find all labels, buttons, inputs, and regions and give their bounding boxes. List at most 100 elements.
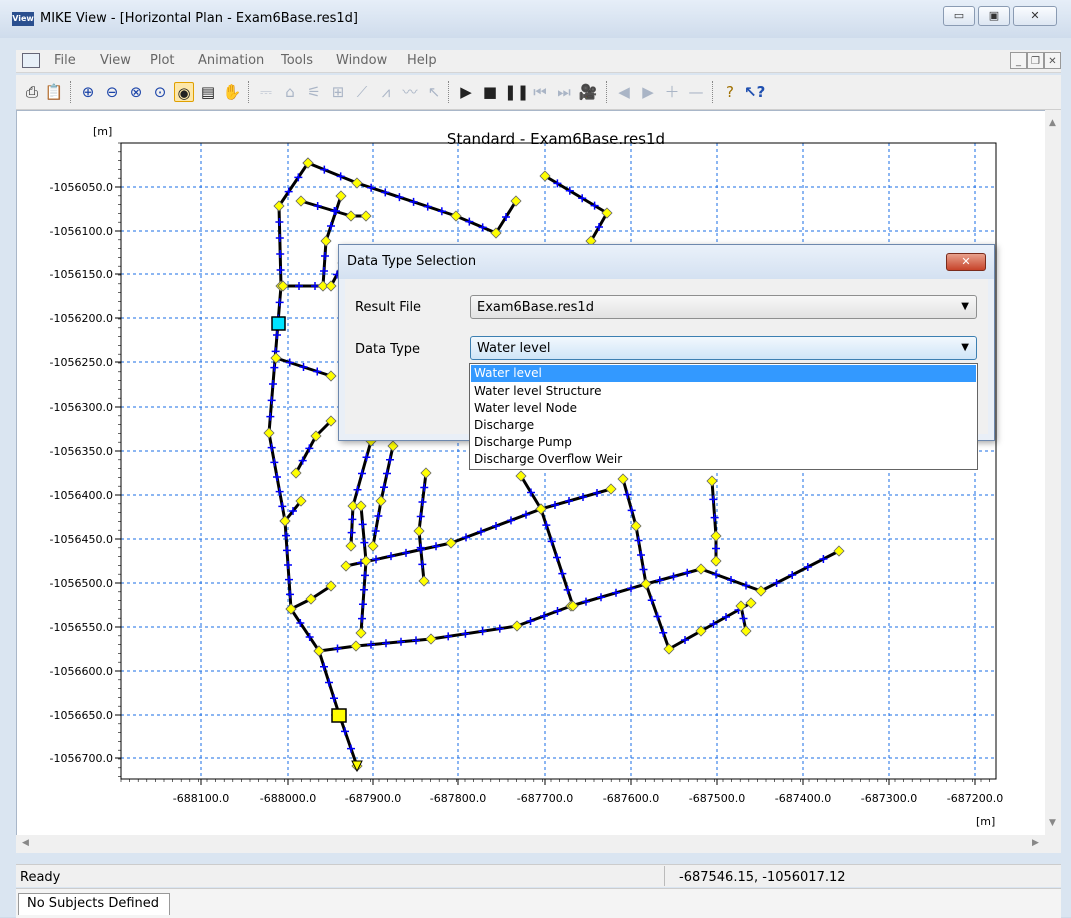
option-discharge-overflow-weir[interactable]: Discharge Overflow Weir bbox=[471, 451, 976, 468]
mdi-minimize-button[interactable]: _ bbox=[1010, 52, 1027, 69]
colour-select-icon[interactable]: ◉ bbox=[174, 82, 194, 102]
graph-icon[interactable]: ⟋ bbox=[352, 82, 372, 102]
x-tick-label: -687600.0 bbox=[603, 792, 659, 805]
reach-select-icon[interactable]: ⌂ bbox=[280, 82, 300, 102]
horizontal-scrollbar[interactable]: ◀ ▶ bbox=[16, 835, 1061, 853]
y-tick-label: -1056200.0 bbox=[50, 312, 113, 325]
result-file-combobox[interactable]: Exam6Base.res1d ▼ bbox=[470, 295, 977, 319]
plot-title: Standard - Exam6Base.res1d bbox=[447, 130, 665, 148]
step-back-icon[interactable]: ◀ bbox=[614, 82, 634, 102]
x-tick-label: -687300.0 bbox=[861, 792, 917, 805]
y-tick-label: -1056100.0 bbox=[50, 225, 113, 238]
option-water-level-structure[interactable]: Water level Structure bbox=[471, 383, 976, 400]
play-icon[interactable]: ▶ bbox=[456, 82, 476, 102]
x-tick-label: -687900.0 bbox=[345, 792, 401, 805]
toolbar: ⎙ 📋 ⊕ ⊖ ⊗ ⊙ ◉ ▤ ✋ ⎓ ⌂ ⚟ ⊞ ⟋ ⩘ 〰 ↖ ▶ ■ ❚❚… bbox=[16, 75, 1061, 110]
x-tick-label: -688100.0 bbox=[173, 792, 229, 805]
zoom-extents-icon[interactable]: ⊙ bbox=[150, 82, 170, 102]
y-tick-label: -1056550.0 bbox=[50, 621, 113, 634]
menu-plot[interactable]: Plot bbox=[150, 53, 175, 68]
y-tick-label: -1056250.0 bbox=[50, 356, 113, 369]
zoom-out-icon[interactable]: ⊖ bbox=[102, 82, 122, 102]
plot-area[interactable]: Standard - Exam6Base.res1d [m] [m] -1056050… bbox=[16, 110, 1061, 853]
menu-bar: File View Plot Animation Tools Window He… bbox=[16, 50, 1061, 73]
data-type-value: Water level bbox=[477, 341, 551, 356]
pan-hand-icon[interactable]: ✋ bbox=[222, 82, 242, 102]
app-icon: View bbox=[12, 12, 34, 26]
option-discharge-pump[interactable]: Discharge Pump bbox=[471, 434, 976, 451]
skip-back-icon[interactable]: ⏮ bbox=[530, 82, 550, 102]
node-select-icon[interactable]: ⎓ bbox=[256, 82, 276, 102]
table-icon[interactable]: ⊞ bbox=[328, 82, 348, 102]
status-bar: Ready -687546.15, -1056017.12 bbox=[16, 864, 1061, 887]
longitudinal-icon[interactable]: 〰 bbox=[400, 82, 420, 102]
document-icon[interactable] bbox=[22, 53, 40, 68]
dialog-close-button[interactable]: ✕ bbox=[946, 253, 986, 271]
x-tick-label: -687200.0 bbox=[947, 792, 1003, 805]
scroll-left-icon[interactable]: ◀ bbox=[22, 838, 29, 848]
option-water-level-node[interactable]: Water level Node bbox=[471, 400, 976, 417]
maximize-button[interactable]: ▣ bbox=[978, 6, 1010, 26]
menu-help[interactable]: Help bbox=[407, 53, 437, 68]
x-tick-label: -687500.0 bbox=[689, 792, 745, 805]
outlet-node-marker bbox=[331, 708, 347, 723]
y-unit-label: [m] bbox=[93, 125, 112, 138]
menu-file[interactable]: File bbox=[54, 53, 76, 68]
video-icon[interactable]: 🎥 bbox=[578, 82, 598, 102]
chevron-down-icon: ▼ bbox=[961, 342, 969, 353]
scroll-right-icon[interactable]: ▶ bbox=[1032, 838, 1039, 848]
chevron-down-icon: ▼ bbox=[961, 301, 969, 312]
zoom-previous-icon[interactable]: ⊗ bbox=[126, 82, 146, 102]
zoom-in-icon[interactable]: ⊕ bbox=[78, 82, 98, 102]
data-type-dropdown-list: Water level Water level Structure Water … bbox=[469, 363, 978, 470]
minimize-button[interactable]: ▭ bbox=[943, 6, 975, 26]
pointer-icon[interactable]: ↖ bbox=[424, 82, 444, 102]
reach-icon[interactable]: ⚟ bbox=[304, 82, 324, 102]
y-tick-label: -1056400.0 bbox=[50, 489, 113, 502]
dialog-title-bar[interactable]: Data Type Selection ✕ bbox=[339, 245, 994, 279]
skip-forward-icon[interactable]: ⏭ bbox=[554, 82, 574, 102]
plus-icon[interactable]: ＋ bbox=[662, 82, 682, 102]
x-unit-label: [m] bbox=[976, 815, 995, 828]
stop-icon[interactable]: ■ bbox=[480, 82, 500, 102]
properties-icon[interactable]: ▤ bbox=[198, 82, 218, 102]
scroll-down-icon[interactable]: ▼ bbox=[1049, 818, 1056, 828]
selected-node-marker bbox=[271, 316, 286, 331]
scroll-up-icon[interactable]: ▲ bbox=[1049, 118, 1056, 128]
y-tick-label: -1056650.0 bbox=[50, 709, 113, 722]
y-tick-label: -1056150.0 bbox=[50, 268, 113, 281]
title-bar[interactable]: View MIKE View - [Horizontal Plan - Exam… bbox=[0, 0, 1071, 38]
menu-window[interactable]: Window bbox=[336, 53, 387, 68]
help-icon[interactable]: ? bbox=[720, 82, 740, 102]
vertical-scrollbar[interactable]: ▲ ▼ bbox=[1045, 110, 1061, 835]
y-tick-label: -1056050.0 bbox=[50, 181, 113, 194]
option-discharge[interactable]: Discharge bbox=[471, 417, 976, 434]
result-file-label: Result File bbox=[355, 300, 422, 315]
mdi-close-button[interactable]: ✕ bbox=[1044, 52, 1061, 69]
print-icon[interactable]: ⎙ bbox=[22, 82, 42, 102]
area-graph-icon[interactable]: ⩘ bbox=[376, 82, 396, 102]
y-tick-label: -1056700.0 bbox=[50, 752, 113, 765]
option-water-level[interactable]: Water level bbox=[471, 365, 976, 382]
x-tick-label: -687400.0 bbox=[775, 792, 831, 805]
maximize-icon: ▣ bbox=[988, 9, 1000, 22]
minimize-icon: ▭ bbox=[953, 9, 965, 22]
step-forward-icon[interactable]: ▶ bbox=[638, 82, 658, 102]
pause-icon[interactable]: ❚❚ bbox=[504, 82, 529, 102]
status-text: Ready bbox=[20, 870, 61, 885]
y-tick-label: -1056500.0 bbox=[50, 577, 113, 590]
menu-view[interactable]: View bbox=[100, 53, 131, 68]
mdi-restore-button[interactable]: ❐ bbox=[1027, 52, 1044, 69]
menu-animation[interactable]: Animation bbox=[198, 53, 264, 68]
data-type-combobox[interactable]: Water level ▼ bbox=[470, 336, 977, 360]
horizontal-plan-plot[interactable]: Standard - Exam6Base.res1d [m] [m] -1056050… bbox=[17, 111, 1046, 836]
window-title: MIKE View - [Horizontal Plan - Exam6Base… bbox=[40, 11, 358, 26]
context-help-icon[interactable]: ↖? bbox=[744, 82, 765, 102]
tab-no-subjects[interactable]: No Subjects Defined bbox=[18, 893, 170, 915]
menu-tools[interactable]: Tools bbox=[281, 53, 313, 68]
x-tick-label: -688000.0 bbox=[260, 792, 316, 805]
clipboard-icon[interactable]: 📋 bbox=[44, 82, 64, 102]
bottom-panel: No Subjects Defined bbox=[16, 888, 1061, 918]
minus-icon[interactable]: — bbox=[686, 82, 706, 102]
close-button[interactable]: ✕ bbox=[1013, 6, 1057, 26]
